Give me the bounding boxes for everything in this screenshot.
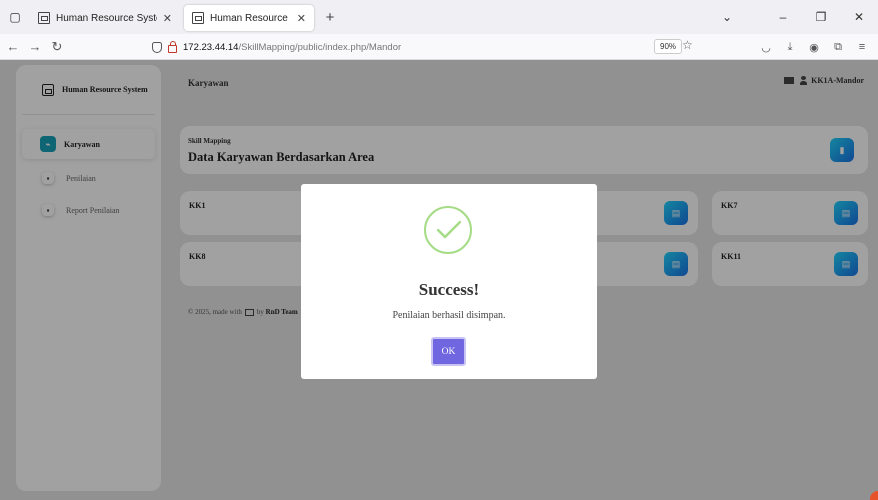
close-window-icon[interactable]: ✕ bbox=[840, 10, 878, 24]
success-dialog: Success! Penilaian berhasil disimpan. OK bbox=[301, 184, 597, 379]
checkmark-icon bbox=[436, 220, 462, 239]
browser-tab-bar: ▢ Human Resource System ✕ Human Resource… bbox=[0, 0, 878, 34]
url-path: /SkillMapping/public/index.php/Mandor bbox=[238, 41, 402, 53]
dialog-title: Success! bbox=[418, 280, 480, 299]
browser-tab-active[interactable]: Human Resource System ✕ bbox=[184, 5, 314, 31]
back-arrow-icon[interactable]: ← bbox=[2, 39, 24, 54]
insecure-lock-icon[interactable] bbox=[168, 40, 177, 53]
favicon-icon bbox=[38, 12, 50, 24]
account-icon[interactable]: ◉ bbox=[802, 41, 826, 54]
browser-tab[interactable]: Human Resource System ✕ bbox=[30, 5, 180, 31]
favicon-icon bbox=[192, 12, 204, 24]
hamburger-menu-icon[interactable]: ≡ bbox=[850, 41, 874, 53]
shield-icon[interactable] bbox=[152, 41, 162, 53]
url-bar[interactable]: 172.23.44.14/SkillMapping/public/index.p… bbox=[152, 38, 700, 56]
success-check-icon bbox=[424, 206, 472, 254]
chevron-down-icon[interactable]: ⌄ bbox=[708, 10, 746, 24]
minimize-icon[interactable]: – bbox=[764, 10, 802, 24]
browser-nav-bar: ← → ↻ 172.23.44.14/SkillMapping/public/i… bbox=[0, 34, 878, 60]
download-icon[interactable]: ⤓ bbox=[778, 41, 802, 54]
reload-icon[interactable]: ↻ bbox=[46, 39, 68, 55]
zoom-level[interactable]: 90% bbox=[654, 39, 683, 54]
tab-close-icon[interactable]: ✕ bbox=[297, 12, 306, 25]
tab-close-icon[interactable]: ✕ bbox=[163, 12, 172, 25]
ok-button[interactable]: OK bbox=[431, 337, 466, 366]
tab-title: Human Resource System bbox=[56, 12, 157, 24]
restore-icon[interactable]: ❐ bbox=[802, 10, 840, 24]
extensions-icon[interactable]: ⧉ bbox=[826, 41, 850, 54]
toolbar-right: ◡ ⤓ ◉ ⧉ ≡ bbox=[754, 34, 874, 60]
forward-arrow-icon[interactable]: → bbox=[24, 39, 46, 54]
new-tab-button[interactable]: + bbox=[318, 9, 342, 26]
tab-list-icon[interactable]: ▢ bbox=[0, 0, 30, 34]
url-host: 172.23.44.14 bbox=[183, 41, 239, 53]
window-controls: ⌄ – ❐ ✕ bbox=[708, 0, 878, 34]
dialog-message: Penilaian berhasil disimpan. bbox=[392, 310, 506, 321]
star-icon[interactable]: ☆ bbox=[682, 38, 693, 52]
tab-title: Human Resource System bbox=[210, 12, 291, 24]
pocket-icon[interactable]: ◡ bbox=[754, 41, 778, 54]
